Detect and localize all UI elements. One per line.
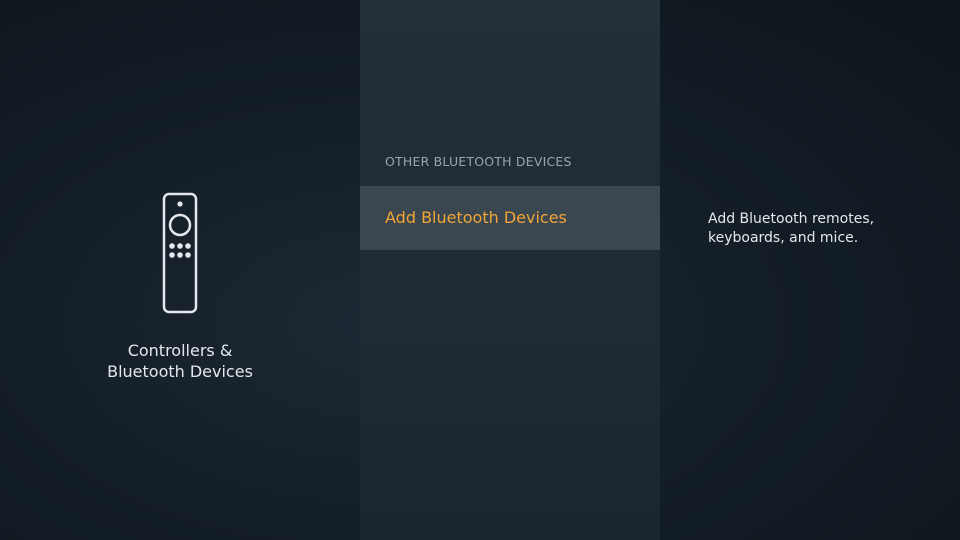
settings-screen: Controllers & Bluetooth Devices OTHER BL… — [0, 0, 960, 540]
category-title: Controllers & Bluetooth Devices — [107, 341, 253, 381]
section-header: OTHER BLUETOOTH DEVICES — [385, 154, 572, 169]
category-pane: Controllers & Bluetooth Devices — [0, 0, 360, 540]
menu-pane: OTHER BLUETOOTH DEVICES Add Bluetooth De… — [360, 0, 660, 540]
add-bluetooth-devices-item[interactable]: Add Bluetooth Devices — [360, 186, 660, 250]
menu-item-label: Add Bluetooth Devices — [385, 208, 567, 227]
item-description: Add Bluetooth remotes, keyboards, and mi… — [708, 211, 875, 246]
remote-control-icon — [162, 192, 198, 314]
description-pane: Add Bluetooth remotes, keyboards, and mi… — [660, 0, 960, 540]
